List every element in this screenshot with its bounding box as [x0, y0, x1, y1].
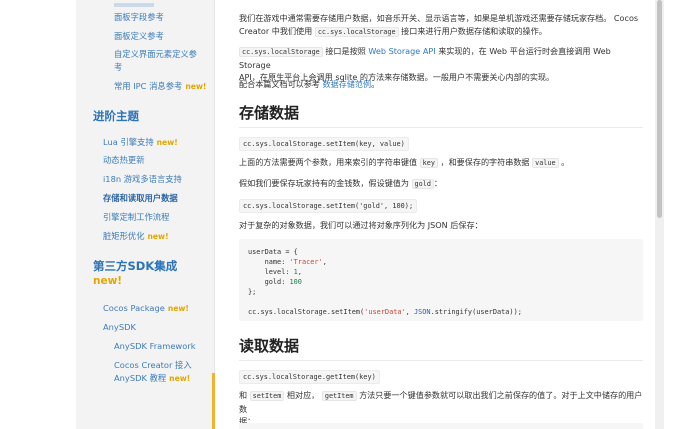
setitem-description: 上面的方法需要两个参数，用来索引的字符串键值 key ，和要保存的字符串数据 v…: [239, 156, 643, 170]
code-block-partial: [239, 423, 643, 429]
getitem-line: 和 setItem 相对应， getItem 方法只要一个键值参数就可以取出我们…: [239, 389, 643, 415]
text: 上面的方法需要两个参数，用来索引的字符串键值: [239, 157, 420, 167]
sidebar-item-anysdk-tutorial[interactable]: AnySDK 教程 new!: [114, 372, 190, 385]
code-block-userdata: userData = { name: 'Tracer', level: 1, g…: [239, 239, 643, 321]
text: ，和要保存的字符串数据: [437, 157, 533, 167]
intro-line: 我们在游戏中通常需要存储用户数据，如音乐开关、显示语言等，如果是单机游戏还需要存…: [239, 13, 639, 23]
code-line: name: 'Tracer',: [248, 258, 327, 266]
sidebar-item-partial[interactable]: [114, 0, 154, 10]
sidebar-item-label: 常用 IPC 消息参考: [114, 81, 183, 91]
code-setitem-gold: cc.sys.localStorage.setItem('gold', 100)…: [239, 199, 418, 213]
text: 接口是按照: [322, 46, 369, 56]
sidebar-item-hot-update[interactable]: 动态热更新: [103, 154, 145, 166]
inline-code: cc.sys.localStorage: [314, 26, 399, 37]
inline-code: gold: [411, 179, 434, 189]
sidebar-item-label: Cocos Package: [103, 303, 165, 313]
storage-sample-link[interactable]: 数据存储范例: [323, 79, 372, 89]
sidebar-item-custom-ui-elements-cont[interactable]: 考: [114, 61, 122, 73]
sidebar-item-custom-ui-elements[interactable]: 自定义界面元素定义参: [114, 48, 197, 60]
sidebar-item-anysdk-framework[interactable]: AnySDK Framework: [114, 340, 196, 352]
sidebar-item-engine-customization[interactable]: 引擎定制工作流程: [103, 211, 169, 223]
code-line: cc.sys.localStorage.setItem('userData', …: [248, 308, 522, 316]
heading-read-data: 读取数据: [239, 336, 643, 361]
sidebar: 面板字段参考 面板定义参考 自定义界面元素定义参 考 常用 IPC 消息参考 ne…: [76, 0, 215, 429]
code-line: userData = {: [248, 248, 298, 256]
code-line: };: [248, 288, 257, 296]
getitem-description: 和 setItem 相对应， getItem 方法只要一个键值参数就可以取出我们…: [239, 389, 643, 428]
sidebar-item-i18n[interactable]: i18n 游戏多语言支持: [103, 173, 182, 185]
sidebar-item-cocos-package[interactable]: Cocos Package new!: [103, 302, 189, 315]
section-title-advanced[interactable]: 进阶主题: [93, 108, 139, 124]
inline-code: key: [419, 158, 438, 168]
sidebar-item-panel-definition[interactable]: 面板定义参考: [114, 30, 164, 42]
web-storage-api-link[interactable]: Web Storage API: [368, 46, 435, 56]
sidebar-item-lua[interactable]: Lua 引擎支持 new!: [103, 136, 178, 149]
text: 接口来进行用户数据存储和读取的操作。: [398, 25, 547, 36]
inline-code: cc.sys.localStorage: [239, 47, 323, 57]
sample-paragraph: 配合本篇文档可以参考 数据存储范例。: [239, 78, 643, 91]
text: 相对应，: [284, 390, 322, 400]
code-getitem: cc.sys.localStorage.getItem(key): [239, 370, 380, 384]
intro-paragraph: 我们在游戏中通常需要存储用户数据，如音乐开关、显示语言等，如果是单机游戏还需要存…: [239, 12, 643, 38]
code-line: level: 1,: [248, 268, 302, 276]
text: 和: [239, 390, 250, 400]
text: 。: [371, 79, 380, 89]
text: ：: [433, 178, 443, 188]
gold-description: 假如我们要保存玩家持有的金钱数，假设键值为 gold：: [239, 177, 643, 191]
new-badge: new!: [185, 82, 207, 91]
new-badge: new!: [147, 232, 169, 241]
heading-store-data: 存储数据: [239, 103, 643, 128]
text: Creator 中我们使用: [239, 25, 315, 36]
api-line: cc.sys.localStorage 接口是按照 Web Storage AP…: [239, 45, 643, 71]
sidebar-item-label: Lua 引擎支持: [103, 137, 154, 147]
inline-code: getItem: [321, 391, 357, 401]
sidebar-item-ipc-messages[interactable]: 常用 IPC 消息参考 new!: [114, 80, 206, 93]
new-badge: new!: [167, 304, 189, 313]
text: 配合本篇文档可以参考: [239, 79, 323, 89]
new-badge: new!: [93, 275, 123, 287]
inline-code: value: [532, 158, 559, 168]
scrollbar-thumb[interactable]: [657, 0, 662, 218]
code-setitem: cc.sys.localStorage.setItem(key, value): [239, 137, 409, 151]
sidebar-item-dirty-rect[interactable]: 脏矩形优化 new!: [103, 230, 169, 243]
code-line: gold: 100: [248, 278, 302, 286]
new-badge: new!: [156, 138, 178, 147]
main-content: 我们在游戏中通常需要存储用户数据，如音乐开关、显示语言等，如果是单机游戏还需要存…: [215, 0, 655, 429]
sidebar-item-cocos-creator-integration[interactable]: Cocos Creator 接入: [114, 359, 192, 371]
sidebar-item-label: 脏矩形优化: [103, 231, 145, 241]
sidebar-item-anysdk[interactable]: AnySDK: [103, 321, 136, 333]
new-badge: new!: [169, 374, 191, 383]
inline-code: setItem: [249, 391, 285, 401]
text: 假如我们要保存玩家持有的金钱数，假设键值为: [239, 178, 412, 188]
section-title-sdk[interactable]: 第三方SDK集成: [93, 258, 177, 274]
object-description: 对于复杂的对象数据，我们可以通过将对象序列化为 JSON 后保存：: [239, 220, 483, 230]
intro-line: Creator 中我们使用 cc.sys.localStorage 接口来进行用…: [239, 25, 643, 39]
sidebar-item-label: AnySDK 教程: [114, 373, 167, 383]
sidebar-item-storage-active[interactable]: 存储和读取用户数据: [103, 192, 178, 204]
sidebar-item-panel-fields[interactable]: 面板字段参考: [114, 11, 164, 23]
text: 。: [558, 157, 570, 167]
